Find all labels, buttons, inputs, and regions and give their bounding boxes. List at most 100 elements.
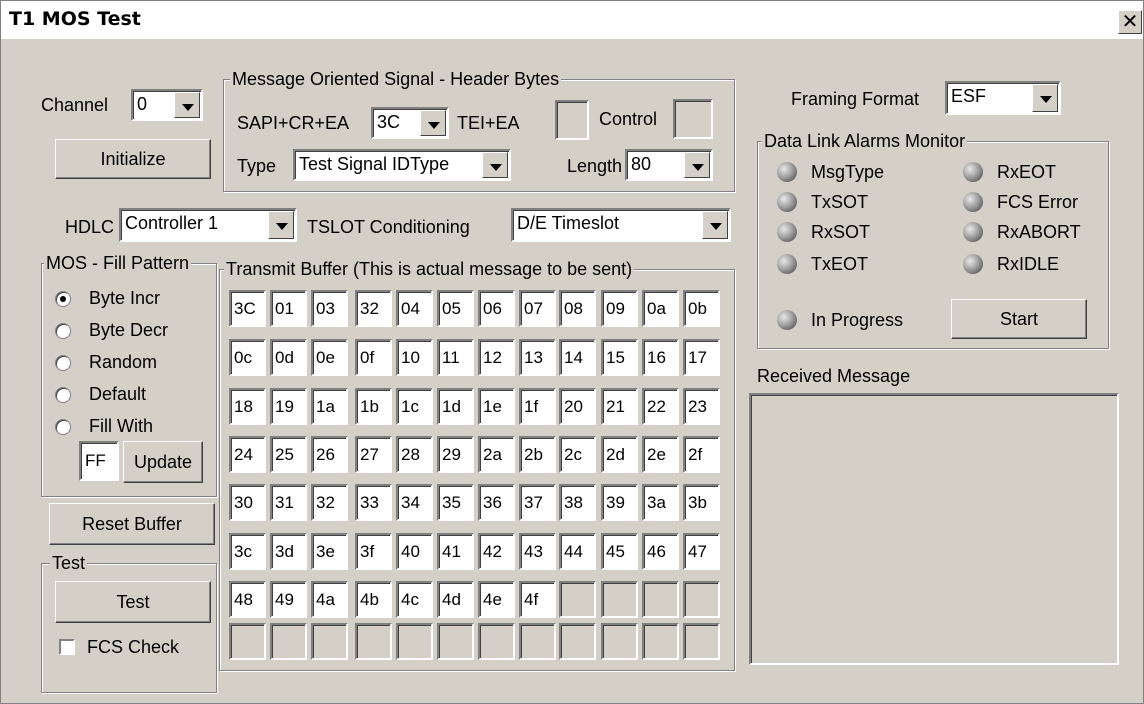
buffer-byte-cell[interactable]: 2a [478,436,515,473]
buffer-byte-cell[interactable]: 31 [270,484,307,521]
buffer-byte-cell[interactable] [478,623,515,660]
buffer-byte-cell[interactable]: 42 [478,533,515,570]
buffer-byte-cell[interactable]: 43 [519,533,556,570]
buffer-byte-cell[interactable]: 07 [519,290,556,327]
buffer-byte-cell[interactable]: 10 [396,339,433,376]
buffer-byte-cell[interactable]: 1f [519,388,556,425]
buffer-byte-cell[interactable]: 09 [601,290,638,327]
buffer-byte-cell[interactable]: 4f [519,581,556,618]
buffer-byte-cell[interactable]: 49 [270,581,307,618]
buffer-byte-cell[interactable]: 39 [601,484,638,521]
buffer-byte-cell[interactable]: 17 [683,339,720,376]
buffer-byte-cell[interactable]: 2c [559,436,596,473]
buffer-byte-cell[interactable]: 1c [396,388,433,425]
buffer-byte-cell[interactable]: 0e [311,339,348,376]
buffer-byte-cell[interactable]: 0d [270,339,307,376]
buffer-byte-cell[interactable] [642,581,679,618]
buffer-byte-cell[interactable]: 40 [396,533,433,570]
buffer-byte-cell[interactable]: 2f [683,436,720,473]
buffer-byte-cell[interactable]: 30 [229,484,266,521]
chevron-down-icon[interactable] [174,92,200,118]
buffer-byte-cell[interactable] [642,623,679,660]
buffer-byte-cell[interactable]: 24 [229,436,266,473]
chevron-down-icon[interactable] [1032,84,1058,112]
buffer-byte-cell[interactable]: 1a [311,388,348,425]
buffer-byte-cell[interactable]: 04 [396,290,433,327]
buffer-byte-cell[interactable]: 08 [559,290,596,327]
buffer-byte-cell[interactable]: 2d [601,436,638,473]
sapi-select[interactable]: 3C [371,107,449,139]
hdlc-select[interactable]: Controller 1 [119,208,297,242]
buffer-byte-cell[interactable]: 36 [478,484,515,521]
buffer-byte-cell[interactable]: 32 [355,290,392,327]
buffer-byte-cell[interactable] [396,623,433,660]
buffer-byte-cell[interactable]: 25 [270,436,307,473]
buffer-byte-cell[interactable] [683,581,720,618]
buffer-byte-cell[interactable] [519,623,556,660]
buffer-byte-cell[interactable]: 13 [519,339,556,376]
received-message-box[interactable] [749,393,1119,665]
chevron-down-icon[interactable] [482,152,508,178]
buffer-byte-cell[interactable]: 05 [437,290,474,327]
buffer-byte-cell[interactable]: 46 [642,533,679,570]
buffer-byte-cell[interactable]: 01 [270,290,307,327]
buffer-byte-cell[interactable]: 0a [642,290,679,327]
buffer-byte-cell[interactable] [229,623,266,660]
buffer-byte-cell[interactable]: 20 [559,388,596,425]
fill-option-radio[interactable] [55,355,71,371]
reset-buffer-button[interactable]: Reset Buffer [49,503,215,545]
buffer-byte-cell[interactable]: 0c [229,339,266,376]
buffer-byte-cell[interactable]: 11 [437,339,474,376]
buffer-byte-cell[interactable]: 3a [642,484,679,521]
chevron-down-icon[interactable] [702,211,728,239]
start-button[interactable]: Start [951,299,1087,339]
chevron-down-icon[interactable] [684,152,710,178]
buffer-byte-cell[interactable]: 4e [478,581,515,618]
buffer-byte-cell[interactable]: 4d [437,581,474,618]
fill-option-radio[interactable] [55,291,71,307]
control-field[interactable] [673,99,713,139]
buffer-byte-cell[interactable]: 33 [355,484,392,521]
buffer-byte-cell[interactable]: 1d [437,388,474,425]
chevron-down-icon[interactable] [268,211,294,239]
buffer-byte-cell[interactable]: 2e [642,436,679,473]
buffer-byte-cell[interactable]: 3d [270,533,307,570]
buffer-byte-cell[interactable]: 4b [355,581,392,618]
buffer-byte-cell[interactable]: 18 [229,388,266,425]
buffer-byte-cell[interactable]: 34 [396,484,433,521]
buffer-byte-cell[interactable]: 2b [519,436,556,473]
buffer-byte-cell[interactable] [559,623,596,660]
buffer-byte-cell[interactable]: 47 [683,533,720,570]
fill-option-radio[interactable] [55,387,71,403]
buffer-byte-cell[interactable] [601,623,638,660]
buffer-byte-cell[interactable]: 15 [601,339,638,376]
buffer-byte-cell[interactable]: 16 [642,339,679,376]
buffer-byte-cell[interactable]: 48 [229,581,266,618]
length-select[interactable]: 80 [625,149,713,181]
buffer-byte-cell[interactable] [683,623,720,660]
buffer-byte-cell[interactable]: 3C [229,290,266,327]
buffer-byte-cell[interactable]: 45 [601,533,638,570]
buffer-byte-cell[interactable]: 0b [683,290,720,327]
buffer-byte-cell[interactable]: 41 [437,533,474,570]
buffer-byte-cell[interactable] [355,623,392,660]
buffer-byte-cell[interactable]: 06 [478,290,515,327]
buffer-byte-cell[interactable]: 1b [355,388,392,425]
chevron-down-icon[interactable] [420,110,446,136]
buffer-byte-cell[interactable]: 03 [311,290,348,327]
buffer-byte-cell[interactable]: 21 [601,388,638,425]
buffer-byte-cell[interactable]: 19 [270,388,307,425]
test-button[interactable]: Test [55,581,211,623]
buffer-byte-cell[interactable]: 22 [642,388,679,425]
buffer-byte-cell[interactable]: 27 [355,436,392,473]
buffer-byte-cell[interactable]: 23 [683,388,720,425]
initialize-button[interactable]: Initialize [55,139,211,179]
buffer-byte-cell[interactable] [311,623,348,660]
buffer-byte-cell[interactable]: 26 [311,436,348,473]
tslot-select[interactable]: D/E Timeslot [511,208,731,242]
buffer-byte-cell[interactable] [601,581,638,618]
buffer-byte-cell[interactable]: 28 [396,436,433,473]
buffer-byte-cell[interactable] [437,623,474,660]
update-button[interactable]: Update [123,441,203,483]
buffer-byte-cell[interactable]: 37 [519,484,556,521]
